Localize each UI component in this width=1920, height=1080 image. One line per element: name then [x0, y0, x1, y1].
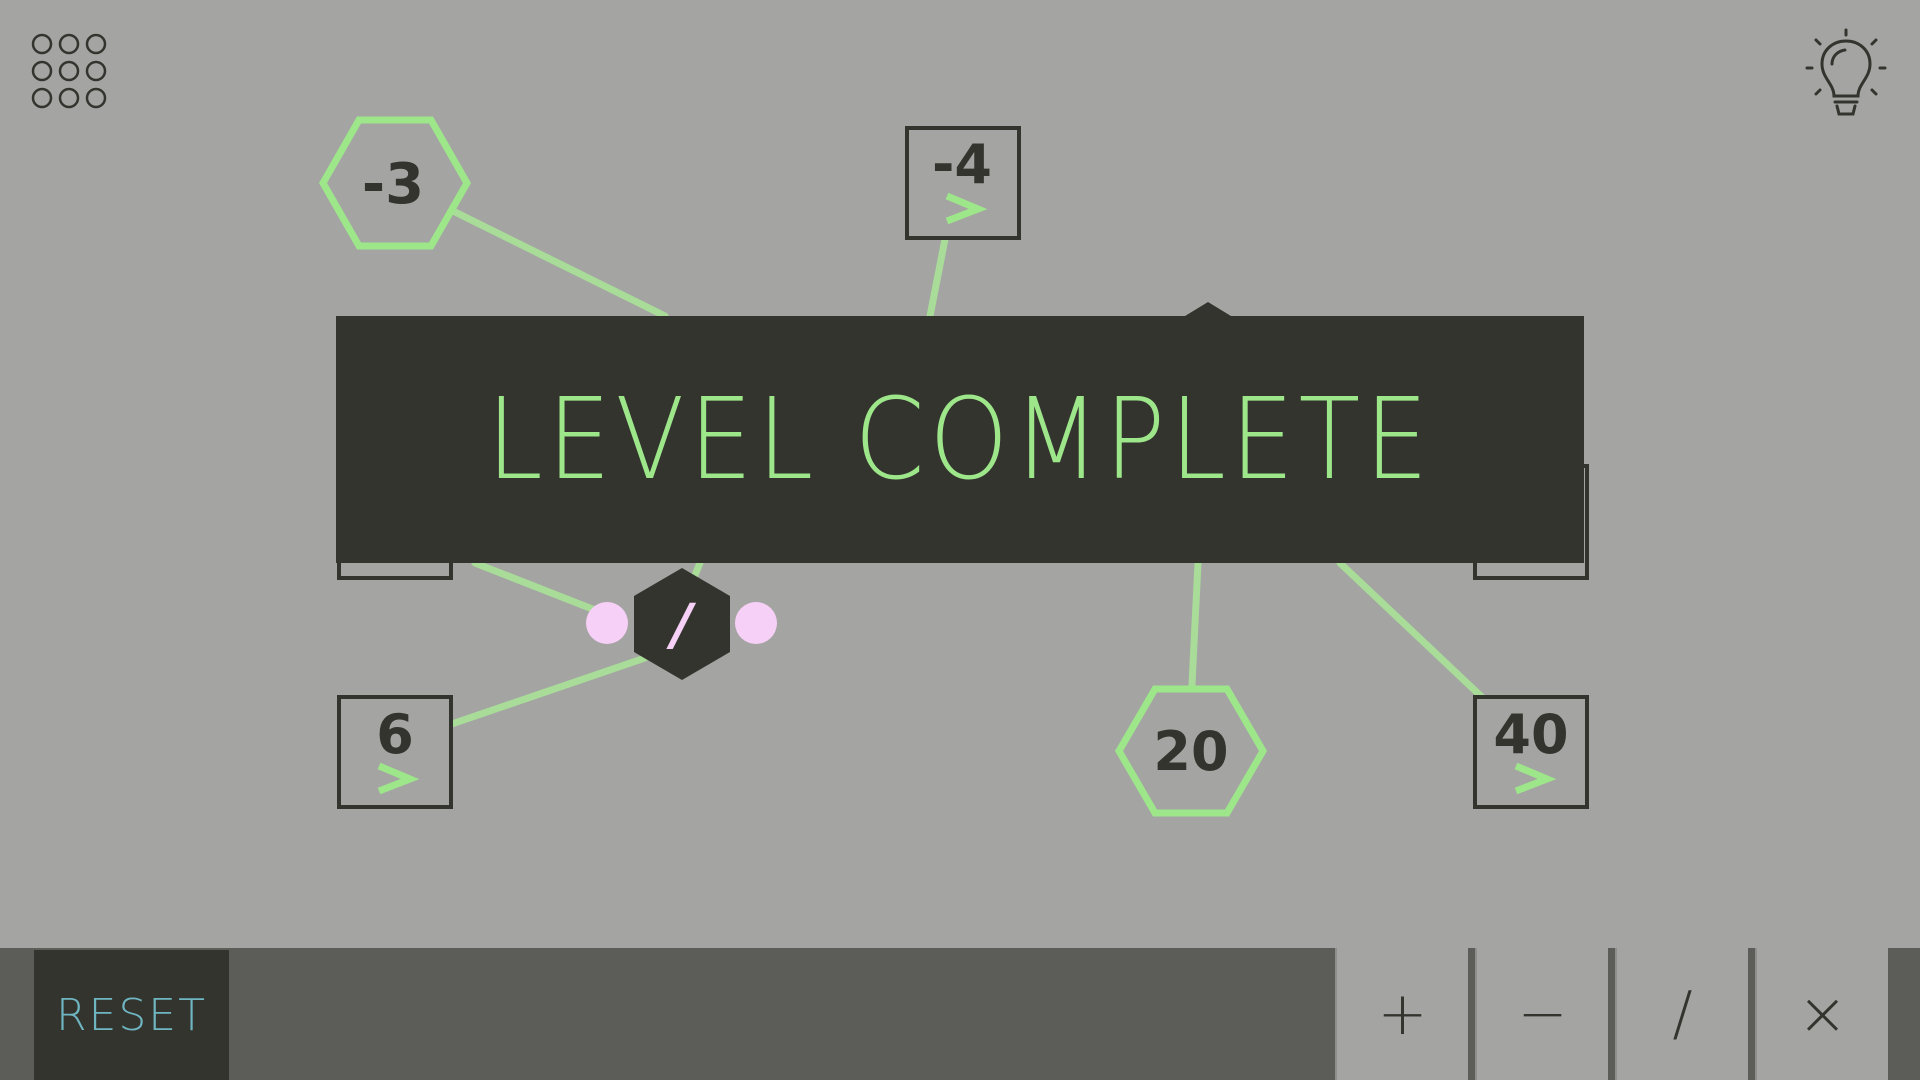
- multiply-operator-button[interactable]: ×: [1755, 948, 1888, 1080]
- add-operator-button[interactable]: +: [1335, 948, 1468, 1080]
- box-node-40[interactable]: 40: [1473, 695, 1589, 809]
- node-value: 6: [376, 703, 414, 766]
- banner-title: LEVEL COMPLETE: [486, 374, 1434, 505]
- node-value: -3: [362, 152, 424, 217]
- node-value: 20: [1153, 720, 1228, 783]
- divide-operator-button[interactable]: /: [1615, 948, 1748, 1080]
- minus-icon: −: [1517, 979, 1568, 1049]
- grid-menu-icon[interactable]: [30, 32, 108, 110]
- reset-button[interactable]: RESET: [34, 950, 229, 1080]
- output-dot: [735, 602, 777, 644]
- hex-node-20[interactable]: 20: [1114, 685, 1268, 817]
- divide-icon: /: [1672, 979, 1693, 1049]
- input-dot: [586, 602, 628, 644]
- lightbulb-icon[interactable]: [1804, 28, 1888, 120]
- multiply-icon: ×: [1797, 979, 1848, 1049]
- hidden-node-tip: [1185, 302, 1231, 316]
- level-complete-banner: LEVEL COMPLETE: [336, 316, 1584, 563]
- node-value: 40: [1493, 703, 1568, 766]
- connection-line: [1336, 559, 1507, 721]
- hex-node-minus-3[interactable]: -3: [318, 116, 472, 250]
- box-node-minus-4[interactable]: -4: [905, 126, 1021, 240]
- box-node-6[interactable]: 6: [337, 695, 453, 809]
- operator-node-divide[interactable]: /: [586, 568, 777, 680]
- subtract-operator-button[interactable]: −: [1475, 948, 1608, 1080]
- node-value: -4: [932, 133, 992, 196]
- plus-icon: +: [1377, 979, 1428, 1049]
- connection-line: [451, 208, 669, 320]
- connection-line: [471, 559, 604, 616]
